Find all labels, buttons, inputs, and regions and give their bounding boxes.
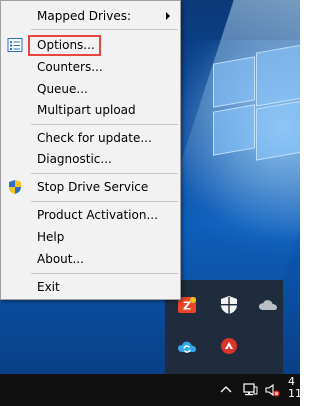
menu-item-counters[interactable]: Counters... xyxy=(1,56,180,78)
windows-logo-pane xyxy=(213,104,255,156)
menu-item-label: Mapped Drives: xyxy=(37,9,132,23)
clock-line-2: 11 xyxy=(288,387,302,400)
menu-item-queue[interactable]: Queue... xyxy=(1,78,180,100)
menu-item-product-activation[interactable]: Product Activation... xyxy=(1,204,180,226)
uac-shield-icon xyxy=(7,179,23,195)
notification-overflow-tray: Z xyxy=(165,280,283,374)
menu-item-label: Product Activation... xyxy=(37,208,158,222)
windows-logo-pane xyxy=(213,56,255,108)
menu-item-label: Diagnostic... xyxy=(37,152,112,166)
highlight-box xyxy=(28,35,101,56)
menu-item-about[interactable]: About... xyxy=(1,248,180,270)
options-checklist-icon xyxy=(7,37,23,53)
menu-separator xyxy=(31,124,178,125)
menu-separator xyxy=(31,173,178,174)
menu-item-label: About... xyxy=(37,252,84,266)
menu-item-label: Multipart upload xyxy=(37,103,136,117)
menu-item-exit[interactable]: Exit xyxy=(1,276,180,298)
menu-item-label: Queue... xyxy=(37,82,88,96)
menu-separator xyxy=(31,201,178,202)
cloud-grey-icon[interactable] xyxy=(257,294,279,316)
menu-item-help[interactable]: Help xyxy=(1,226,180,248)
submenu-arrow-icon xyxy=(166,12,170,20)
menu-item-label: Check for update... xyxy=(37,131,152,145)
menu-item-multipart-upload[interactable]: Multipart upload xyxy=(1,99,180,121)
menu-separator xyxy=(31,273,178,274)
menu-item-label: Stop Drive Service xyxy=(37,180,149,194)
windows-defender-shield-icon[interactable] xyxy=(218,294,240,316)
cloud-sync-icon[interactable] xyxy=(176,335,198,357)
context-menu: Mapped Drives: Options... Counters... Qu… xyxy=(0,0,181,300)
menu-item-label: Exit xyxy=(37,280,60,294)
clock[interactable]: 4 11 xyxy=(288,376,302,400)
menu-item-label: Help xyxy=(37,230,65,244)
show-hidden-icons-chevron-icon[interactable] xyxy=(218,382,234,398)
taskbar: 4 11 xyxy=(0,374,302,406)
svg-text:Z: Z xyxy=(183,300,191,313)
menu-item-mapped-drives[interactable]: Mapped Drives: xyxy=(1,5,180,27)
windows-logo-pane xyxy=(256,43,300,107)
menu-item-check-for-update[interactable]: Check for update... xyxy=(1,127,180,149)
menu-separator xyxy=(31,29,178,30)
menu-item-diagnostic[interactable]: Diagnostic... xyxy=(1,148,180,170)
red-circle-app-icon[interactable] xyxy=(218,335,240,357)
menu-item-label: Counters... xyxy=(37,60,103,74)
volume-muted-icon[interactable] xyxy=(264,382,280,398)
windows-logo-pane xyxy=(256,99,300,161)
network-icon[interactable] xyxy=(242,382,258,398)
menu-item-stop-drive-service[interactable]: Stop Drive Service xyxy=(1,176,180,198)
